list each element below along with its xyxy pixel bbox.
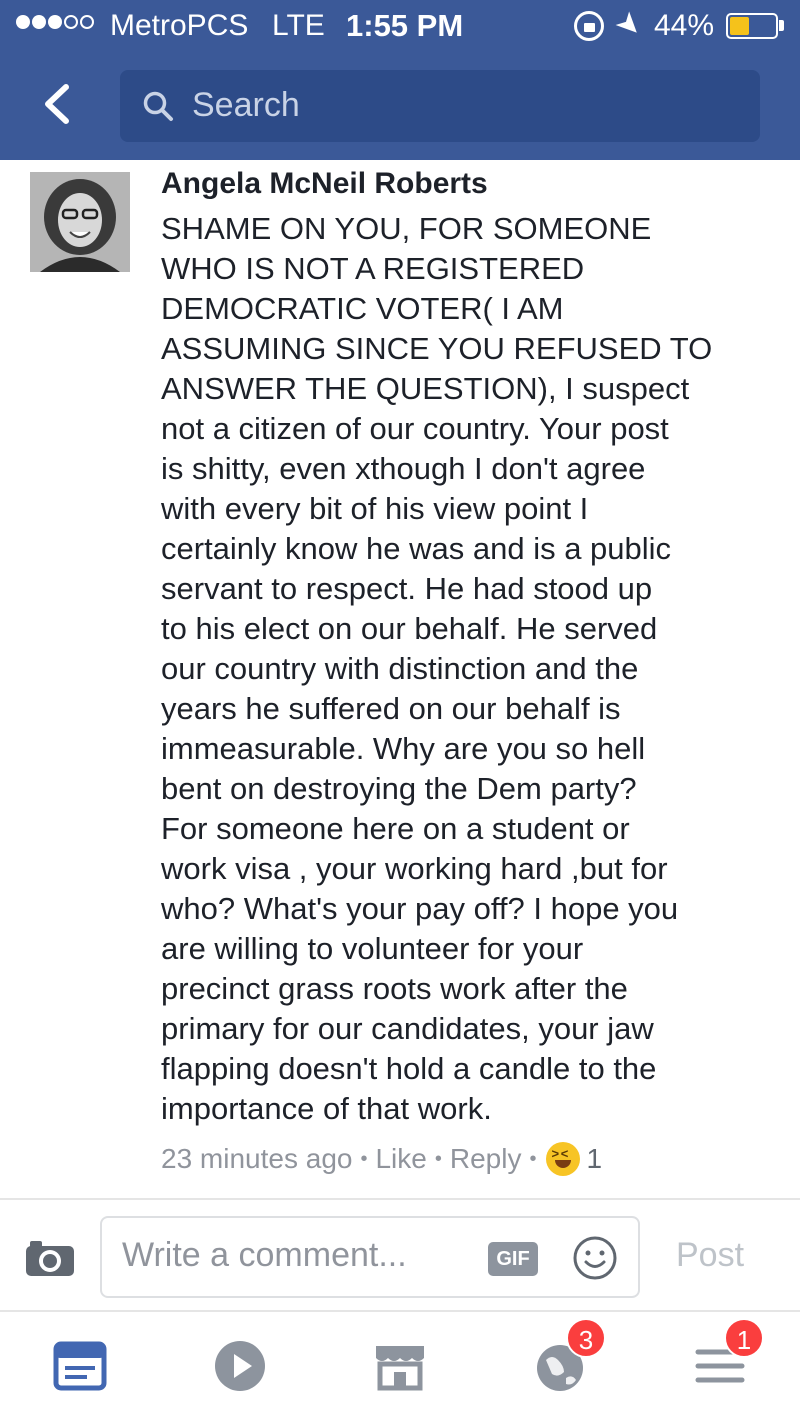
reaction-count[interactable]: 1 [586,1143,602,1175]
avatar[interactable] [30,172,130,272]
location-arrow-icon: ➤ [608,4,650,46]
menu-badge: 1 [724,1318,764,1358]
comment-input[interactable]: Write a comment... GIF [100,1216,640,1298]
battery-icon [726,13,778,39]
profile-photo-icon [30,172,130,272]
rotation-lock-icon [574,11,604,41]
like-button[interactable]: Like [375,1143,426,1175]
news-feed-icon [53,1341,107,1391]
app-header: MetroPCS LTE 1:55 PM ➤ 44% Search [0,0,800,160]
search-placeholder: Search [192,86,300,124]
status-bar: MetroPCS LTE 1:55 PM ➤ 44% [0,0,800,52]
tab-menu[interactable]: 1 [670,1318,770,1412]
post-button[interactable]: Post [676,1236,744,1275]
search-icon [143,91,173,121]
divider [0,1310,800,1312]
comment-text: SHAME ON YOU, FOR SOMEONE WHO IS NOT A R… [161,211,713,1126]
notifications-badge: 3 [566,1318,606,1358]
comment-author-link[interactable]: Angela McNeil Roberts [161,167,488,201]
camera-icon[interactable] [24,1238,76,1278]
tab-marketplace[interactable] [350,1322,450,1412]
carrier-name: MetroPCS [110,9,249,42]
gif-button[interactable]: GIF [488,1242,538,1276]
back-arrow-icon[interactable] [38,84,78,124]
laughing-emoji-icon[interactable] [546,1142,581,1176]
tab-notifications[interactable]: 3 [510,1318,610,1412]
network-type: LTE [272,9,325,42]
tab-video[interactable] [190,1322,290,1412]
tab-news-feed[interactable] [30,1322,130,1412]
search-input[interactable]: Search [120,70,760,142]
divider [0,1198,800,1200]
battery-percent: 44% [654,9,715,42]
comment-meta: 23 minutes ago • Like • Reply • 1 [161,1142,602,1176]
marketplace-icon [376,1346,424,1391]
reply-button[interactable]: Reply [450,1143,522,1175]
signal-strength-icon [16,15,94,29]
comment-timestamp[interactable]: 23 minutes ago [161,1143,352,1175]
emoji-smiley-icon[interactable] [572,1235,618,1281]
status-time: 1:55 PM [346,8,464,43]
comment-placeholder: Write a comment... [122,1236,407,1274]
video-play-icon [215,1341,265,1391]
